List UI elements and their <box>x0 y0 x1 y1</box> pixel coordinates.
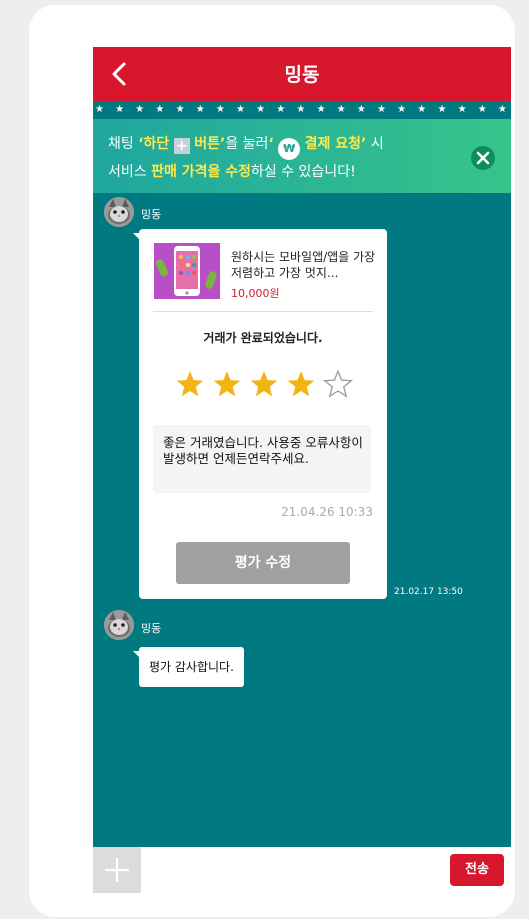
message-bubble: 평가 감사합니다. <box>139 647 244 687</box>
attach-plus-button[interactable] <box>93 847 141 893</box>
mobile-app-image <box>154 243 220 299</box>
star-filled-icon <box>213 371 241 397</box>
product-price: 10,000원 <box>231 287 280 300</box>
page-title: 밍동 <box>284 64 320 86</box>
send-button[interactable]: 전송 <box>450 854 504 886</box>
banner-highlight-button: 버튼 <box>194 136 220 152</box>
edit-review-button[interactable]: 평가 수정 <box>176 542 350 584</box>
avatar[interactable] <box>104 197 134 227</box>
avatar[interactable] <box>104 610 134 640</box>
star-empty-icon <box>322 369 354 398</box>
star-rating <box>175 369 355 399</box>
chat-screen: 밍동 ★ ★ ★ ★ ★ ★ ★ ★ ★ ★ ★ ★ ★ ★ ★ ★ ★ ★ ★… <box>93 47 511 893</box>
rating-stars <box>176 369 354 398</box>
cat-avatar <box>104 610 134 640</box>
plus-icon <box>105 858 129 882</box>
close-icon <box>476 151 490 165</box>
phone-frame: 밍동 ★ ★ ★ ★ ★ ★ ★ ★ ★ ★ ★ ★ ★ ★ ★ ★ ★ ★ ★… <box>29 5 515 917</box>
plus-box-icon: + <box>173 138 190 154</box>
banner-line-2: 서비스 판매 가격을 수정하실 수 있습니다! <box>108 164 356 180</box>
won-icon: ₩ <box>278 138 301 160</box>
banner-highlight-price: 판매 가격을 수정 <box>151 164 252 180</box>
cat-avatar <box>104 197 134 227</box>
card-divider <box>153 311 373 312</box>
banner-highlight-payment: 결제 요청 <box>304 136 362 152</box>
star-filled-icon <box>176 371 204 397</box>
transaction-card: 원하시는 모바일앱/앱을 가장 저렴하고 가장 멋지... 10,000원 거래… <box>139 229 387 599</box>
banner-close-button[interactable] <box>471 146 495 170</box>
review-box: 좋은 거래였습니다. 사용중 오류사항이 발생하면 언제든연락주세요. <box>153 425 371 493</box>
chat-input-bar: 전송 <box>93 847 511 893</box>
info-banner: 채팅 ‘하단 + 버튼’을 눌러‘ ₩ 결제 요청’ 시 서비스 판매 가격을 … <box>93 119 511 193</box>
app-header: 밍동 <box>93 47 511 101</box>
product-description[interactable]: 원하시는 모바일앱/앱을 가장 저렴하고 가장 멋지... <box>231 249 379 281</box>
star-filled-icon <box>250 371 278 397</box>
message-timestamp: 21.02.17 13:50 <box>394 587 463 597</box>
sender-name: 밍동 <box>141 208 162 221</box>
sender-name: 밍동 <box>141 622 162 635</box>
review-timestamp: 21.04.26 10:33 <box>281 505 373 519</box>
decorative-star-strip: ★ ★ ★ ★ ★ ★ ★ ★ ★ ★ ★ ★ ★ ★ ★ ★ ★ ★ ★ ★ … <box>93 101 511 119</box>
review-text: 좋은 거래였습니다. 사용중 오류사항이 발생하면 언제든연락주세요. <box>163 435 363 466</box>
message-input[interactable] <box>145 853 439 887</box>
star-filled-icon <box>287 371 315 397</box>
transaction-status: 거래가 완료되었습니다. <box>203 331 323 345</box>
product-thumbnail[interactable] <box>154 243 220 299</box>
banner-line-1: 채팅 ‘하단 + 버튼’을 눌러‘ ₩ 결제 요청’ 시 <box>108 133 384 160</box>
banner-highlight-bottom: 하단 <box>143 136 170 152</box>
